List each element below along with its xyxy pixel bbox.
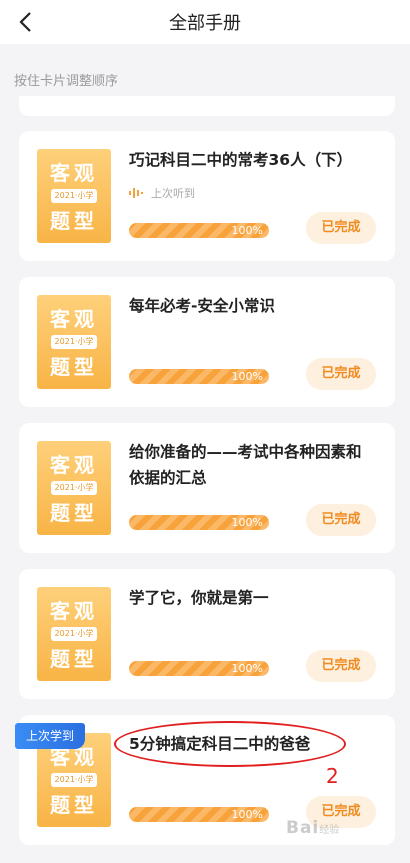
annotation-number: 2 — [326, 764, 339, 788]
watermark-text: Bai — [286, 818, 320, 838]
completed-button[interactable]: 已完成 — [306, 212, 376, 244]
progress-bar: 100% — [129, 515, 269, 530]
reorder-hint: 按住卡片调整顺序 — [14, 74, 119, 89]
card-title: 学了它，你就是第一 — [129, 589, 269, 607]
completed-button[interactable]: 已完成 — [306, 358, 376, 390]
progress-label: 100% — [231, 224, 263, 237]
watermark-sub: 经验 — [319, 825, 340, 836]
chevron-left-icon — [19, 12, 31, 32]
card-cover: 客观 2021·小学 题型 — [37, 587, 111, 681]
progress-label: 100% — [231, 516, 263, 529]
page-title: 全部手册 — [169, 13, 241, 34]
cover-line2: 题型 — [50, 355, 98, 379]
cover-tag: 2021·小学 — [51, 189, 97, 203]
cover-tag: 2021·小学 — [51, 773, 97, 787]
handbook-card[interactable]: 客观 2021·小学 题型 给你准备的——考试中各种因素和依据的汇总 100% … — [19, 423, 395, 553]
card-cover: 客观 2021·小学 题型 — [37, 295, 111, 389]
handbook-card[interactable]: 客观 2021·小学 题型 每年必考-安全小常识 100% 已完成 — [19, 277, 395, 407]
cover-line2: 题型 — [50, 793, 98, 817]
card-cover: 客观 2021·小学 题型 — [37, 149, 111, 243]
progress-bar: 100% — [129, 807, 269, 822]
audio-wave-icon — [129, 188, 143, 198]
cover-tag: 2021·小学 — [51, 627, 97, 641]
cover-line1: 客观 — [50, 599, 98, 623]
cover-line2: 题型 — [50, 501, 98, 525]
cover-line1: 客观 — [50, 161, 98, 185]
handbook-card[interactable]: 客观 2021·小学 题型 学了它，你就是第一 100% 已完成 — [19, 569, 395, 699]
card-cover: 客观 2021·小学 题型 — [37, 441, 111, 535]
handbook-card[interactable]: 客观 2021·小学 题型 巧记科目二中的常考36人（下） 上次听到 100% … — [19, 131, 395, 261]
card-title: 巧记科目二中的常考36人（下） — [129, 151, 353, 169]
last-listened: 上次听到 — [129, 185, 195, 201]
last-listened-label: 上次听到 — [151, 187, 195, 200]
last-studied-badge: 上次学到 — [15, 723, 85, 749]
completed-button[interactable]: 已完成 — [306, 650, 376, 682]
card-title: 每年必考-安全小常识 — [129, 297, 275, 315]
progress-label: 100% — [231, 662, 263, 675]
back-button[interactable] — [10, 7, 40, 37]
top-bar: 全部手册 — [0, 0, 410, 44]
progress-label: 100% — [231, 808, 263, 821]
watermark: Bai经验 — [286, 818, 339, 838]
cover-line2: 题型 — [50, 647, 98, 671]
cover-line1: 客观 — [50, 453, 98, 477]
card-title: 给你准备的——考试中各种因素和依据的汇总 — [129, 443, 362, 487]
previous-card-edge — [19, 96, 395, 116]
cover-tag: 2021·小学 — [51, 335, 97, 349]
cover-line1: 客观 — [50, 307, 98, 331]
annotation-ellipse — [114, 721, 346, 767]
progress-bar: 100% — [129, 223, 269, 238]
cover-tag: 2021·小学 — [51, 481, 97, 495]
cover-line2: 题型 — [50, 209, 98, 233]
progress-label: 100% — [231, 370, 263, 383]
completed-button[interactable]: 已完成 — [306, 504, 376, 536]
progress-bar: 100% — [129, 661, 269, 676]
progress-bar: 100% — [129, 369, 269, 384]
